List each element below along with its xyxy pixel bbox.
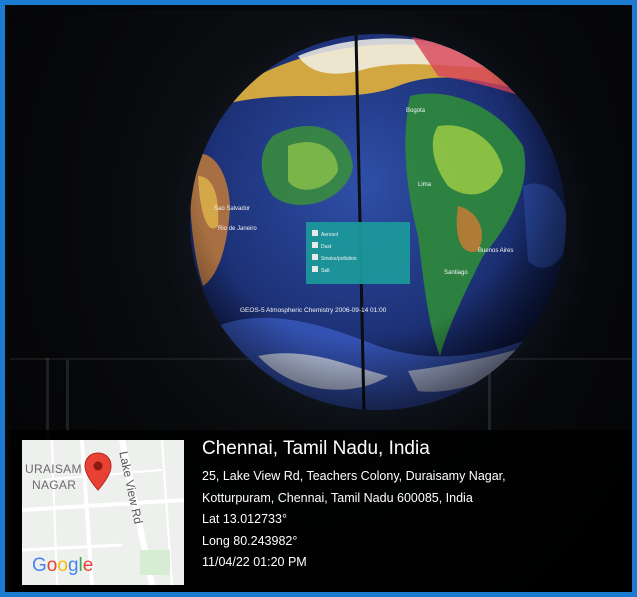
globe: Sao Salvador Rio de Janeiro Bogota Lima … bbox=[178, 26, 578, 426]
google-logo-letter: o bbox=[46, 555, 58, 576]
globe-legend-item: Salt bbox=[321, 268, 330, 274]
geotag-overlay: URAISAM NAGAR Lake View Rd Google Chenna… bbox=[10, 430, 632, 592]
latitude-text: Lat 13.012733° bbox=[202, 512, 287, 526]
globe-legend-item: Dust bbox=[321, 244, 332, 250]
datetime-text: 11/04/22 01:20 PM bbox=[202, 555, 307, 569]
map-area-label: NAGAR bbox=[32, 478, 77, 492]
google-logo-letter: o bbox=[57, 555, 68, 576]
google-logo-letter: g bbox=[67, 555, 79, 576]
photo-frame: Sao Salvador Rio de Janeiro Bogota Lima … bbox=[0, 0, 637, 597]
geotag-info: Chennai, Tamil Nadu, India 25, Lake View… bbox=[202, 438, 622, 574]
globe-city-label: Santiago bbox=[444, 270, 468, 276]
globe-caption: GEOS-5 Atmospheric Chemistry 2006-09-14 … bbox=[240, 307, 387, 314]
stage-post bbox=[66, 360, 69, 430]
google-logo-letter: G bbox=[32, 555, 47, 576]
address-line: 25, Lake View Rd, Teachers Colony, Durai… bbox=[202, 469, 506, 483]
address-line: Kotturpuram, Chennai, Tamil Nadu 600085,… bbox=[202, 490, 473, 505]
globe-graphic: Sao Salvador Rio de Janeiro Bogota Lima … bbox=[190, 34, 566, 410]
map-area-label: URAISAM bbox=[25, 462, 82, 476]
globe-legend-item: Aerosol bbox=[321, 232, 338, 238]
globe-city-label: Lima bbox=[418, 182, 432, 188]
globe-city-label: Buenos Aires bbox=[478, 248, 513, 254]
map-thumbnail[interactable]: URAISAM NAGAR Lake View Rd Google bbox=[22, 440, 184, 585]
stage-post bbox=[46, 358, 49, 438]
google-logo-text: Google bbox=[32, 555, 93, 576]
globe-city-label: Bogota bbox=[406, 108, 426, 114]
longitude-text: Long 80.243982° bbox=[202, 533, 298, 548]
globe-legend-item: Smoke/pollution bbox=[321, 256, 357, 262]
location-title: Chennai, Tamil Nadu, India bbox=[202, 438, 430, 459]
globe-city-label: Sao Salvador bbox=[214, 206, 250, 212]
google-logo-letter: e bbox=[82, 555, 94, 576]
globe-city-label: Rio de Janeiro bbox=[218, 226, 257, 232]
google-logo: Google bbox=[32, 555, 93, 577]
